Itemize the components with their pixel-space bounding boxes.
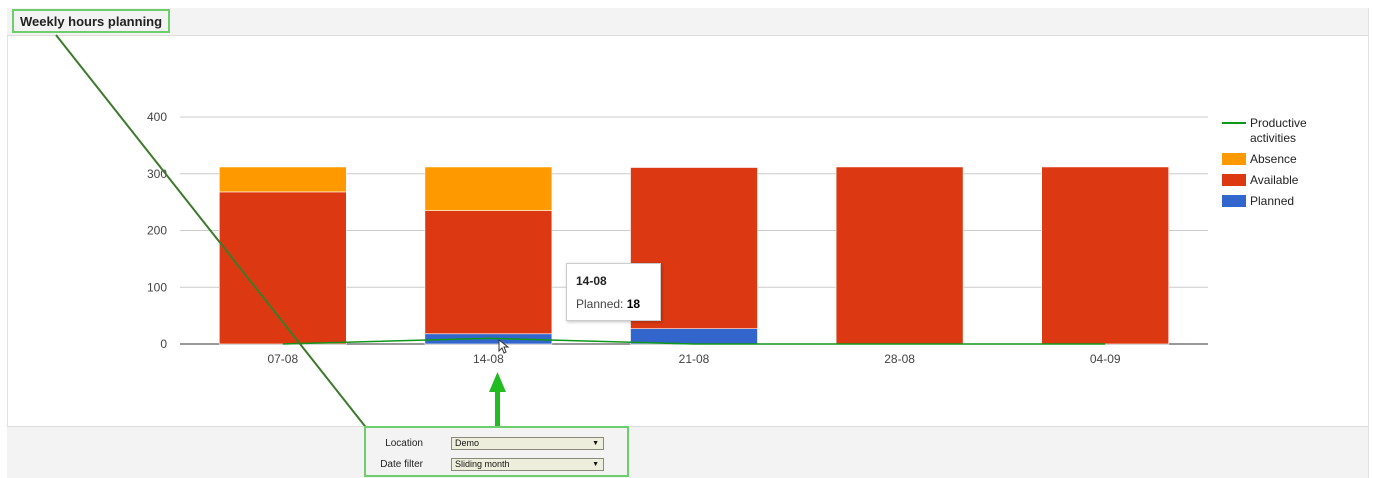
y-tick-label: 100 xyxy=(147,280,167,294)
annotation-arrow-head xyxy=(489,372,506,392)
bar-segment-available xyxy=(835,166,964,345)
filter-bar xyxy=(7,426,1368,478)
date-filter-select[interactable]: Sliding month ▼ xyxy=(451,458,604,471)
y-tick-label: 0 xyxy=(160,337,167,351)
x-tick-label: 21-08 xyxy=(679,352,710,366)
filter-panel: Location Demo ▼ Date filter Sliding mont… xyxy=(364,426,629,477)
legend-label-line2: activities xyxy=(1250,131,1297,145)
date-filter-label: Date filter xyxy=(380,459,423,470)
x-tick-label: 28-08 xyxy=(884,352,915,366)
tooltip-label: Planned: xyxy=(576,297,624,311)
legend-line-swatch xyxy=(1222,122,1246,124)
location-select[interactable]: Demo ▼ xyxy=(451,437,604,450)
y-tick-label: 200 xyxy=(147,224,167,238)
legend-label: Absence xyxy=(1250,152,1297,166)
bar-segment-available xyxy=(1041,166,1169,345)
dropdown-arrow-icon: ▼ xyxy=(592,440,599,447)
x-tick-label: 04-09 xyxy=(1090,352,1121,366)
location-select-value: Demo xyxy=(455,438,480,448)
panel-title: Weekly hours planning xyxy=(12,9,171,33)
bar-segment-planned xyxy=(630,328,758,345)
stacked-bar-chart: 0 100 200 300 400 07-08 14-08 21-08 28-08 04-09 xyxy=(55,34,1208,431)
tooltip-title: 14-08 xyxy=(576,274,607,288)
location-label: Location xyxy=(385,438,423,449)
tooltip-row: Planned: 18 xyxy=(576,297,640,311)
legend-color-swatch xyxy=(1222,195,1246,207)
dropdown-arrow-icon: ▼ xyxy=(592,461,599,468)
bar-segment-available xyxy=(424,210,553,335)
legend-label: Available xyxy=(1250,173,1299,187)
mouse-pointer-icon xyxy=(498,339,510,354)
y-tick-label: 400 xyxy=(147,110,167,124)
legend-label-line1: Productive xyxy=(1250,116,1307,130)
annotation-arrow-shaft xyxy=(495,390,500,426)
legend-label: Planned xyxy=(1250,194,1295,208)
y-tick-label: 300 xyxy=(147,167,167,181)
x-tick-label: 07-08 xyxy=(267,352,298,366)
chart-tooltip: 14-08 Planned: 18 xyxy=(566,263,661,321)
bar-segment-absence xyxy=(424,166,553,211)
legend-color-swatch xyxy=(1222,174,1246,186)
tooltip-value: 18 xyxy=(626,297,641,311)
legend-color-swatch xyxy=(1222,153,1246,165)
bar-segment-absence xyxy=(219,166,347,193)
date-filter-select-value: Sliding month xyxy=(455,459,510,469)
